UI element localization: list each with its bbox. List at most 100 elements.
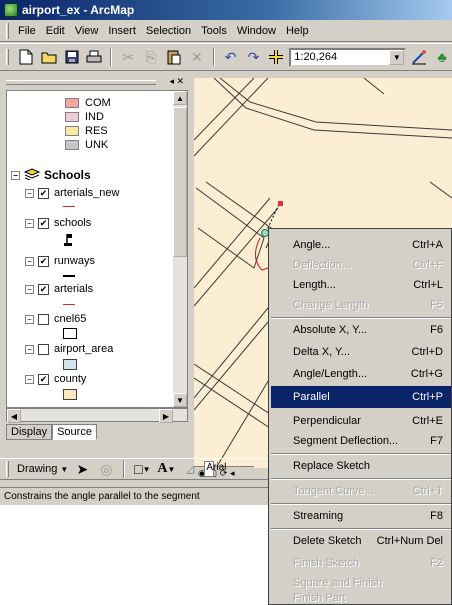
select-elements-icon[interactable]: ➤ <box>72 459 92 479</box>
print-icon[interactable] <box>85 47 105 67</box>
redo-icon[interactable]: ↷ <box>244 47 264 67</box>
toc-horizontal-scrollbar[interactable]: ◀ ▶ <box>6 408 188 423</box>
scroll-up-icon[interactable]: ▲ <box>173 91 187 105</box>
layer-arterials-new[interactable]: − ✔ arterials_new <box>25 185 119 201</box>
layer-visibility-checkbox[interactable]: ✔ <box>38 187 49 199</box>
layer-visibility-checkbox[interactable] <box>38 313 49 325</box>
tab-display[interactable]: Display <box>6 424 53 440</box>
layer-visibility-checkbox[interactable] <box>38 343 49 355</box>
polygon-symbol <box>63 389 77 400</box>
dropdown-arrow-icon: ▼ <box>60 465 69 474</box>
editor-toolbar-icon[interactable] <box>409 47 429 67</box>
open-folder-icon[interactable] <box>39 47 59 67</box>
toc-vertical-scrollbar[interactable]: ▲ ▼ <box>173 91 187 407</box>
menu-item-streaming[interactable]: Streaming F8 <box>271 506 451 526</box>
delete-icon[interactable]: ✕ <box>187 47 207 67</box>
menu-item-length[interactable]: Length... Ctrl+L <box>271 275 451 295</box>
layer-visibility-checkbox[interactable]: ✔ <box>38 373 49 385</box>
scroll-right-icon[interactable]: ▶ <box>159 409 173 423</box>
scroll-left-icon[interactable]: ◀ <box>7 409 21 423</box>
tab-source[interactable]: Source <box>52 424 97 440</box>
menu-tools[interactable]: Tools <box>196 25 232 37</box>
toc-layer-list[interactable]: COM IND RES UNK − Schools − ✔ arterials_… <box>6 90 188 408</box>
cut-icon[interactable]: ✂ <box>118 47 138 67</box>
menu-item-shortcut: Ctrl+G <box>410 368 443 380</box>
polygon-symbol <box>63 328 77 339</box>
menu-item-parallel[interactable]: Parallel Ctrl+P <box>271 386 451 408</box>
menu-item-shortcut: Ctrl+P <box>412 391 443 403</box>
layer-visibility-checkbox[interactable]: ✔ <box>38 283 49 295</box>
font-name-field[interactable]: Arial <box>204 461 226 477</box>
collapse-icon[interactable]: − <box>25 218 34 228</box>
legend-swatch <box>65 98 79 108</box>
menu-view[interactable]: View <box>70 25 104 37</box>
text-icon[interactable]: A ▼ <box>156 459 176 479</box>
scroll-down-icon[interactable]: ▼ <box>173 393 187 407</box>
copy-icon[interactable]: ⎘ <box>141 47 161 67</box>
menubar-grip[interactable] <box>6 22 9 39</box>
rectangle-icon[interactable]: □ ▼ <box>132 459 152 479</box>
layer-schools[interactable]: − ✔ schools <box>25 215 91 231</box>
menu-item-segment-deflection[interactable]: Segment Deflection... F7 <box>271 431 451 451</box>
collapse-icon[interactable]: − <box>25 314 34 324</box>
drawing-menu-button[interactable]: Drawing ▼ <box>17 463 68 475</box>
menu-insert[interactable]: Insert <box>103 25 141 37</box>
layer-arterials[interactable]: − ✔ arterials <box>25 281 93 297</box>
layer-county[interactable]: − ✔ county <box>25 371 86 387</box>
layer-airport-area[interactable]: − airport_area <box>25 341 113 357</box>
toolbar-grip[interactable] <box>6 461 9 477</box>
collapse-icon[interactable]: − <box>25 256 34 266</box>
collapse-icon[interactable]: − <box>25 188 34 198</box>
menu-item-absolute-xy[interactable]: Absolute X, Y... F6 <box>271 320 451 340</box>
layer-runways[interactable]: − ✔ runways <box>25 253 95 269</box>
menu-file[interactable]: File <box>13 25 41 37</box>
menu-item-delta-xy[interactable]: Delta X, Y... Ctrl+D <box>271 342 451 362</box>
layer-group-schools[interactable]: − Schools <box>11 167 91 183</box>
sketch-vertex[interactable] <box>278 201 283 206</box>
new-document-icon[interactable] <box>16 47 36 67</box>
map-scale-combobox[interactable]: 1:20,264 ▼ <box>289 47 407 67</box>
menu-edit[interactable]: Edit <box>41 25 70 37</box>
menu-item-angle-length[interactable]: Angle/Length... Ctrl+G <box>271 364 451 384</box>
menu-item-perpendicular[interactable]: Perpendicular Ctrl+E <box>271 411 451 431</box>
menu-selection[interactable]: Selection <box>141 25 196 37</box>
toc-grip[interactable] <box>6 80 156 85</box>
legend-swatch <box>65 112 79 122</box>
collapse-icon[interactable]: − <box>25 374 34 384</box>
legend-item: UNK <box>65 137 108 153</box>
close-icon[interactable]: ◂ ✕ <box>169 76 184 87</box>
toolbar-grip[interactable] <box>6 49 9 65</box>
arctoolbox-icon[interactable]: ♣ <box>432 47 452 67</box>
title-bar[interactable]: airport_ex - ArcMap <box>0 0 452 20</box>
menu-window[interactable]: Window <box>232 25 281 37</box>
menu-item-delete-sketch[interactable]: Delete Sketch Ctrl+Num Del <box>271 531 451 551</box>
layer-cnel65[interactable]: − cnel65 <box>25 311 86 327</box>
layer-visibility-checkbox[interactable]: ✔ <box>38 255 49 267</box>
map-scale-value: 1:20,264 <box>294 51 338 63</box>
collapse-icon[interactable]: − <box>11 170 20 180</box>
rotate-icon[interactable]: ◎ <box>96 459 116 479</box>
menu-item-shortcut: Ctrl+T <box>412 485 443 497</box>
menu-item-shortcut: Ctrl+F <box>412 259 443 271</box>
toc-title-bar[interactable]: ◂ ✕ <box>4 76 192 88</box>
menu-item-shortcut: F6 <box>430 324 443 336</box>
layer-visibility-checkbox[interactable]: ✔ <box>38 217 49 229</box>
collapse-icon[interactable]: − <box>25 284 34 294</box>
collapse-icon[interactable]: − <box>25 344 34 354</box>
chevron-down-icon[interactable]: ▼ <box>389 49 405 65</box>
scroll-thumb[interactable] <box>173 107 187 257</box>
menu-item-angle[interactable]: Angle... Ctrl+A <box>271 235 451 255</box>
menu-item-label: Delete Sketch <box>293 535 362 547</box>
edit-vertices-icon[interactable]: ⊿ <box>180 459 200 479</box>
add-data-icon[interactable] <box>266 47 286 67</box>
line-symbol <box>63 206 75 207</box>
menu-item-label: Angle/Length... <box>293 368 368 380</box>
menu-item-replace-sketch[interactable]: Replace Sketch <box>271 456 451 476</box>
menu-item-label: Tangent Curve... <box>293 485 374 497</box>
save-icon[interactable] <box>62 47 82 67</box>
legend-label: IND <box>85 111 104 123</box>
menu-help[interactable]: Help <box>281 25 314 37</box>
menu-item-shortcut: Ctrl+Num Del <box>376 535 443 547</box>
paste-icon[interactable] <box>164 47 184 67</box>
undo-icon[interactable]: ↶ <box>221 47 241 67</box>
